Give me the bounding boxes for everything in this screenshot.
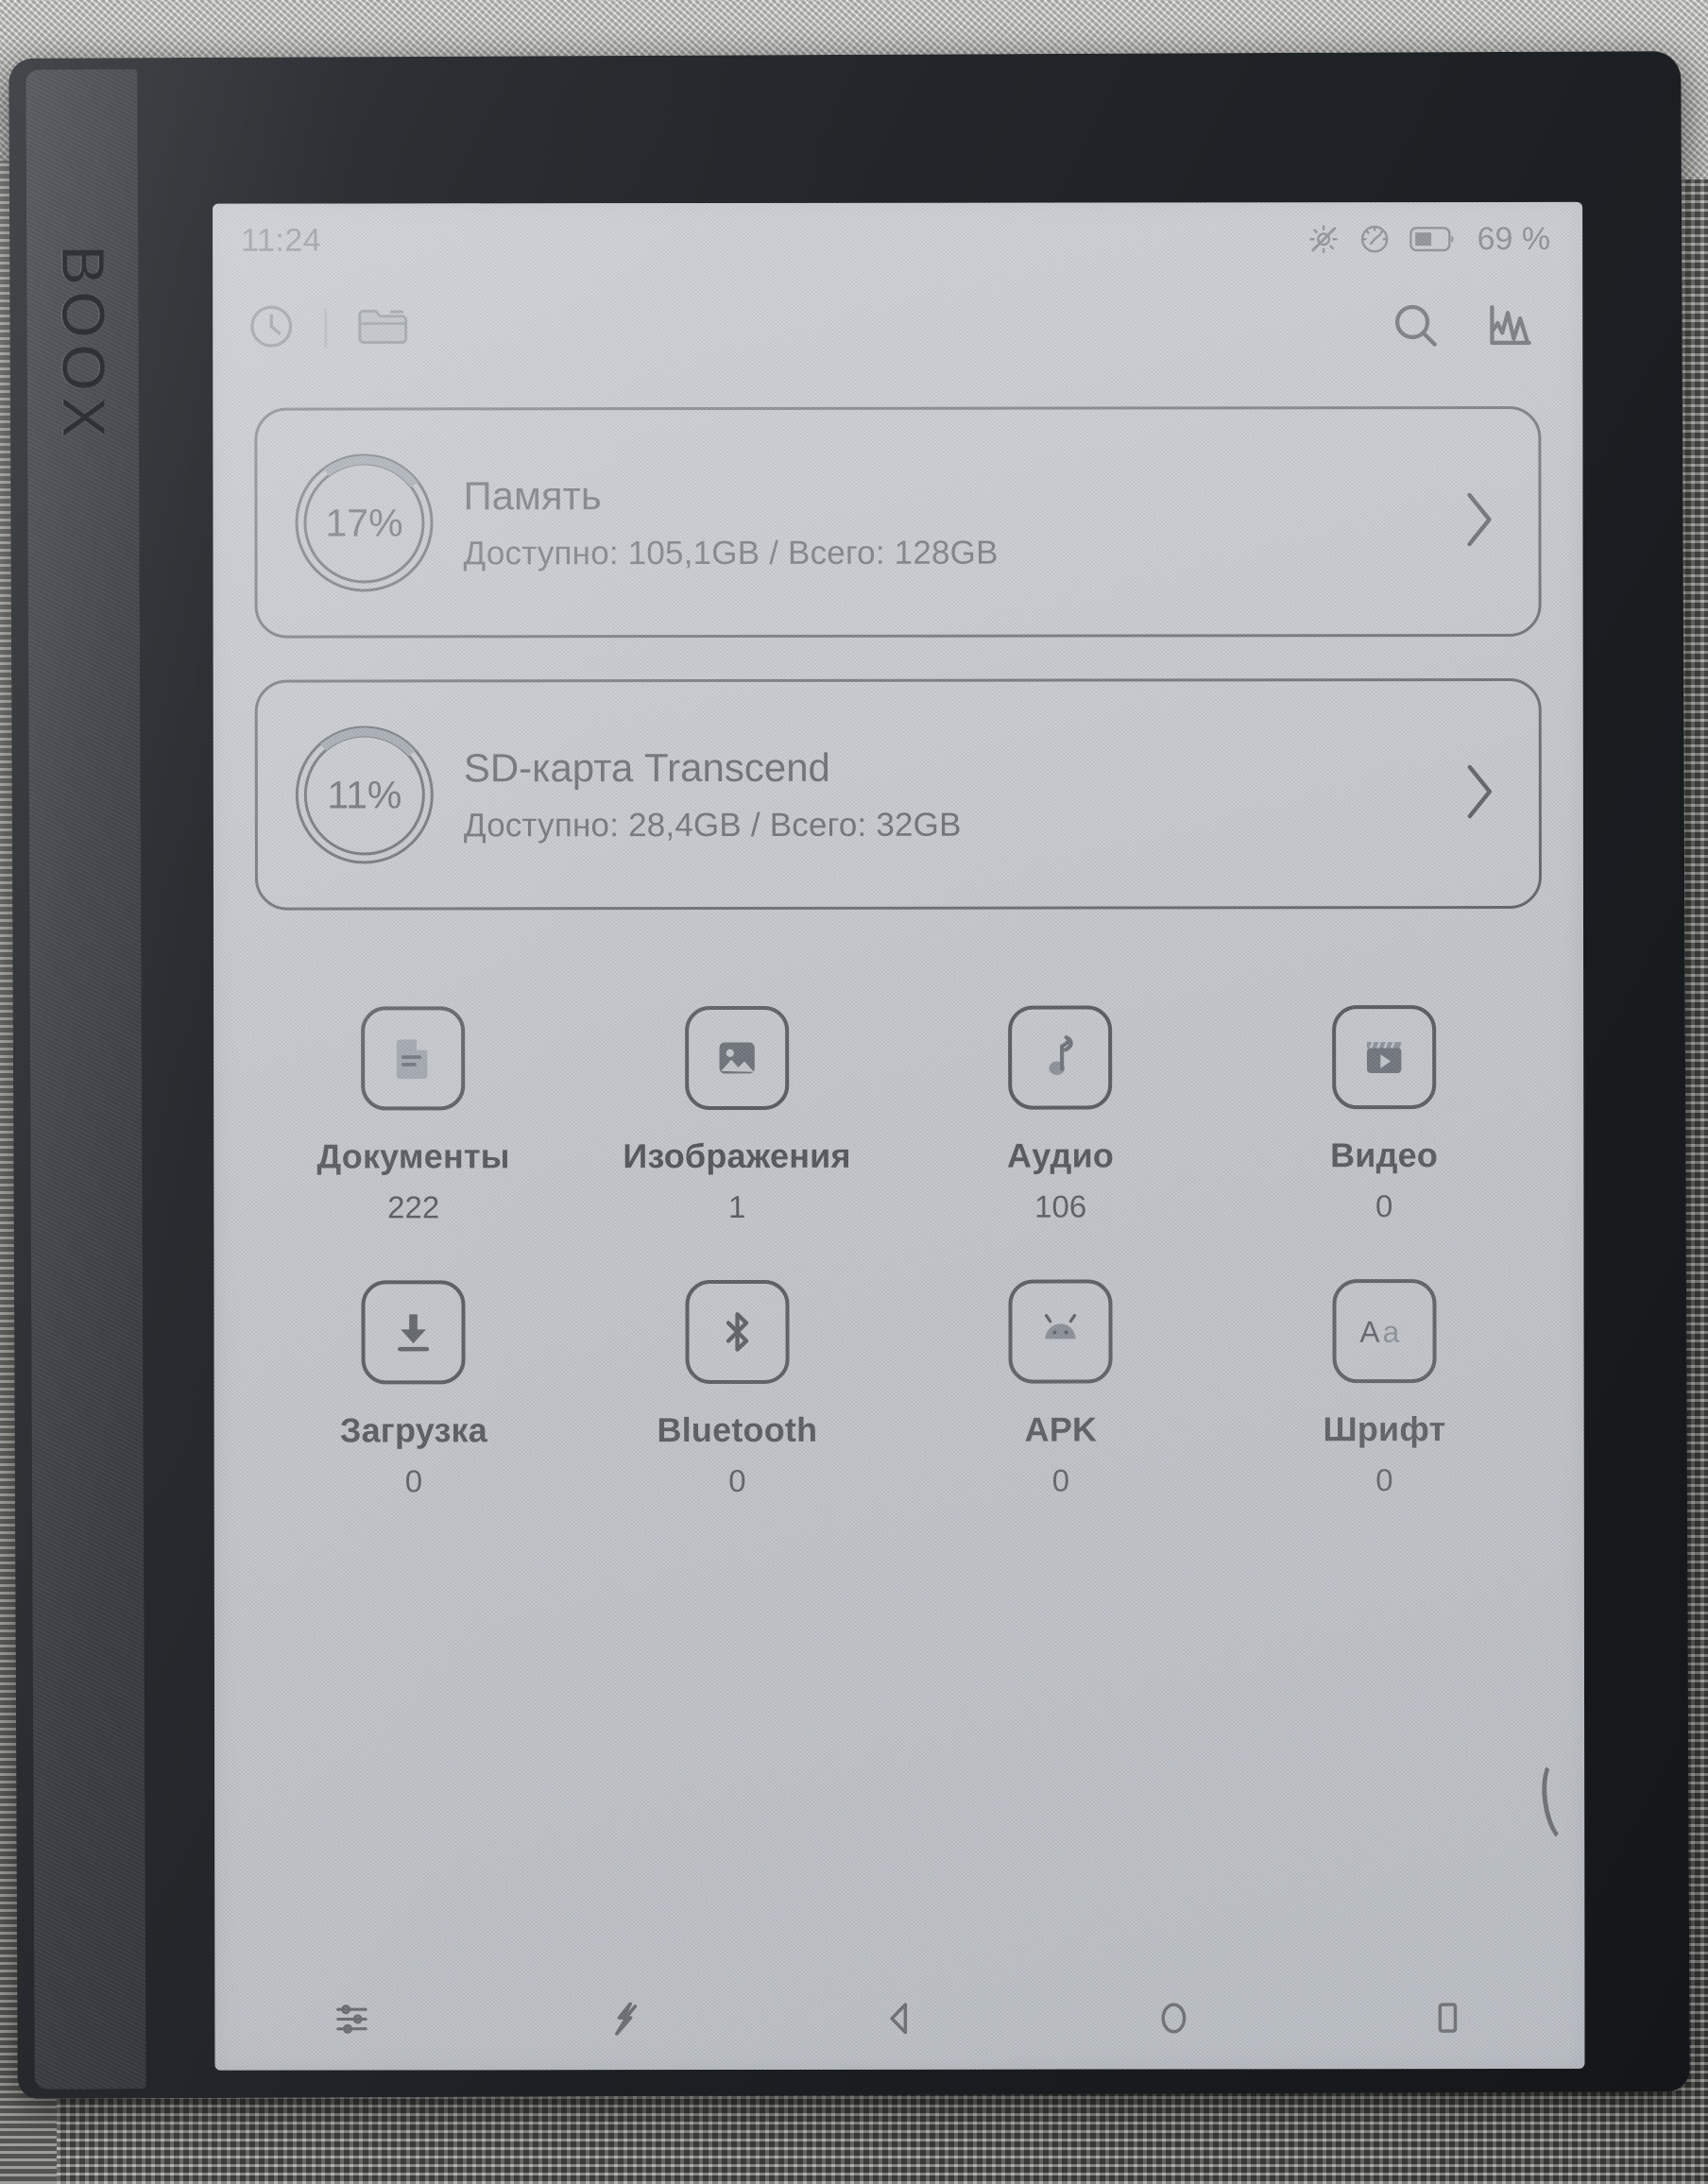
- category-label: Аудио: [1006, 1135, 1115, 1175]
- storage-subtitle: Доступно: 105,1GB / Всего: 128GB: [463, 534, 999, 572]
- svg-text:A: A: [1359, 1315, 1380, 1349]
- statistics-icon[interactable]: [1484, 299, 1537, 354]
- storage-card-sdcard[interactable]: 11% SD-карта Transcend Доступно: 28,4GB …: [254, 677, 1542, 911]
- nav-settings[interactable]: [214, 1998, 488, 2039]
- device-bezel-rail: BOOX: [26, 69, 146, 2090]
- nav-home[interactable]: [1036, 1998, 1310, 2038]
- category-label: Документы: [316, 1136, 510, 1176]
- storage-percent-label: 11%: [327, 772, 402, 817]
- document-icon: [361, 1006, 466, 1111]
- category-bluetooth[interactable]: Bluetooth 0: [575, 1279, 899, 1499]
- storage-card-text: SD-карта Transcend Доступно: 28,4GB / Вс…: [464, 743, 1444, 845]
- category-label: Шрифт: [1323, 1409, 1446, 1449]
- category-count: 0: [1375, 1462, 1393, 1498]
- bluetooth-icon: [685, 1279, 790, 1385]
- search-icon[interactable]: [1390, 299, 1441, 355]
- status-indicators: 69 %: [1307, 220, 1551, 257]
- back-icon: [880, 1999, 919, 2039]
- category-font[interactable]: A a Шрифт 0: [1222, 1279, 1546, 1498]
- category-apk[interactable]: APK 0: [898, 1279, 1222, 1498]
- category-images[interactable]: Изображения 1: [575, 1005, 899, 1225]
- settings-sliders-icon: [331, 1998, 372, 2039]
- category-audio[interactable]: Аудио 106: [898, 1005, 1222, 1224]
- category-count: 0: [728, 1462, 746, 1498]
- nav-refresh[interactable]: [488, 1998, 762, 2039]
- category-count: 106: [1034, 1188, 1087, 1224]
- svg-text:a: a: [1382, 1315, 1399, 1349]
- bottom-navigation-bar: [214, 1967, 1584, 2071]
- category-label: Изображения: [623, 1135, 851, 1176]
- storage-title: SD-карта Transcend: [463, 745, 830, 791]
- status-time: 11:24: [241, 222, 322, 259]
- device-screen: 11:24 69 % 17% Память Доступно: 105,1GB …: [213, 201, 1585, 2071]
- toolbar-divider: [324, 308, 328, 349]
- battery-percent: 69 %: [1477, 220, 1551, 257]
- category-documents[interactable]: Документы 222: [251, 1006, 575, 1225]
- refresh-mode-icon[interactable]: [1358, 223, 1391, 255]
- recents-icon: [1427, 1998, 1467, 2038]
- category-count: 0: [1375, 1188, 1393, 1224]
- category-label: Загрузка: [339, 1410, 488, 1450]
- recent-clock-icon[interactable]: [247, 301, 296, 355]
- category-label: APK: [1024, 1409, 1098, 1449]
- category-download[interactable]: Загрузка 0: [251, 1280, 575, 1499]
- storage-card-text: Память Доступно: 105,1GB / Всего: 128GB: [463, 471, 1443, 572]
- video-icon: [1331, 1005, 1436, 1110]
- category-label: Видео: [1330, 1135, 1439, 1175]
- storage-progress-ring: 11%: [293, 723, 436, 867]
- storage-card-list: 17% Память Доступно: 105,1GB / Всего: 12…: [213, 378, 1583, 911]
- toolbar-right-group: [1390, 299, 1537, 354]
- category-count: 222: [387, 1189, 440, 1225]
- category-count: 1: [727, 1188, 746, 1224]
- storage-title: Память: [463, 473, 602, 519]
- android-icon: [1008, 1279, 1113, 1384]
- folder-icon[interactable]: [355, 301, 410, 355]
- status-bar: 11:24 69 %: [213, 202, 1582, 278]
- nav-back[interactable]: [762, 1999, 1036, 2039]
- storage-percent-label: 17%: [325, 500, 403, 545]
- chevron-right-icon[interactable]: [1462, 488, 1496, 554]
- storage-subtitle: Доступно: 28,4GB / Всего: 32GB: [463, 806, 962, 845]
- screen-edge-arc-artifact: [1536, 1754, 1585, 1847]
- storage-progress-ring: 17%: [288, 447, 440, 599]
- battery-icon[interactable]: [1409, 225, 1457, 253]
- audio-icon: [1008, 1005, 1113, 1110]
- image-icon: [684, 1005, 789, 1111]
- brightness-off-icon[interactable]: [1307, 223, 1340, 255]
- eink-device: BOOX 11:24 69 % 17% Память Доступно: 105…: [9, 51, 1690, 2099]
- storage-card-internal[interactable]: 17% Память Доступно: 105,1GB / Всего: 12…: [254, 405, 1542, 639]
- category-grid: Документы 222 Изображения 1 Аудио 106 Ви…: [214, 950, 1584, 1500]
- category-count: 0: [404, 1463, 423, 1499]
- category-video[interactable]: Видео 0: [1222, 1005, 1546, 1224]
- toolbar-left-group: [247, 301, 410, 355]
- boox-logo: BOOX: [49, 245, 117, 444]
- refresh-icon: [605, 1998, 646, 2039]
- download-icon: [361, 1280, 466, 1385]
- app-toolbar: [213, 276, 1582, 380]
- category-count: 0: [1051, 1462, 1070, 1498]
- home-icon: [1153, 1998, 1193, 2038]
- chevron-right-icon[interactable]: [1463, 760, 1497, 826]
- font-icon: A a: [1332, 1279, 1437, 1384]
- nav-recents[interactable]: [1310, 1998, 1584, 2038]
- category-label: Bluetooth: [657, 1409, 818, 1450]
